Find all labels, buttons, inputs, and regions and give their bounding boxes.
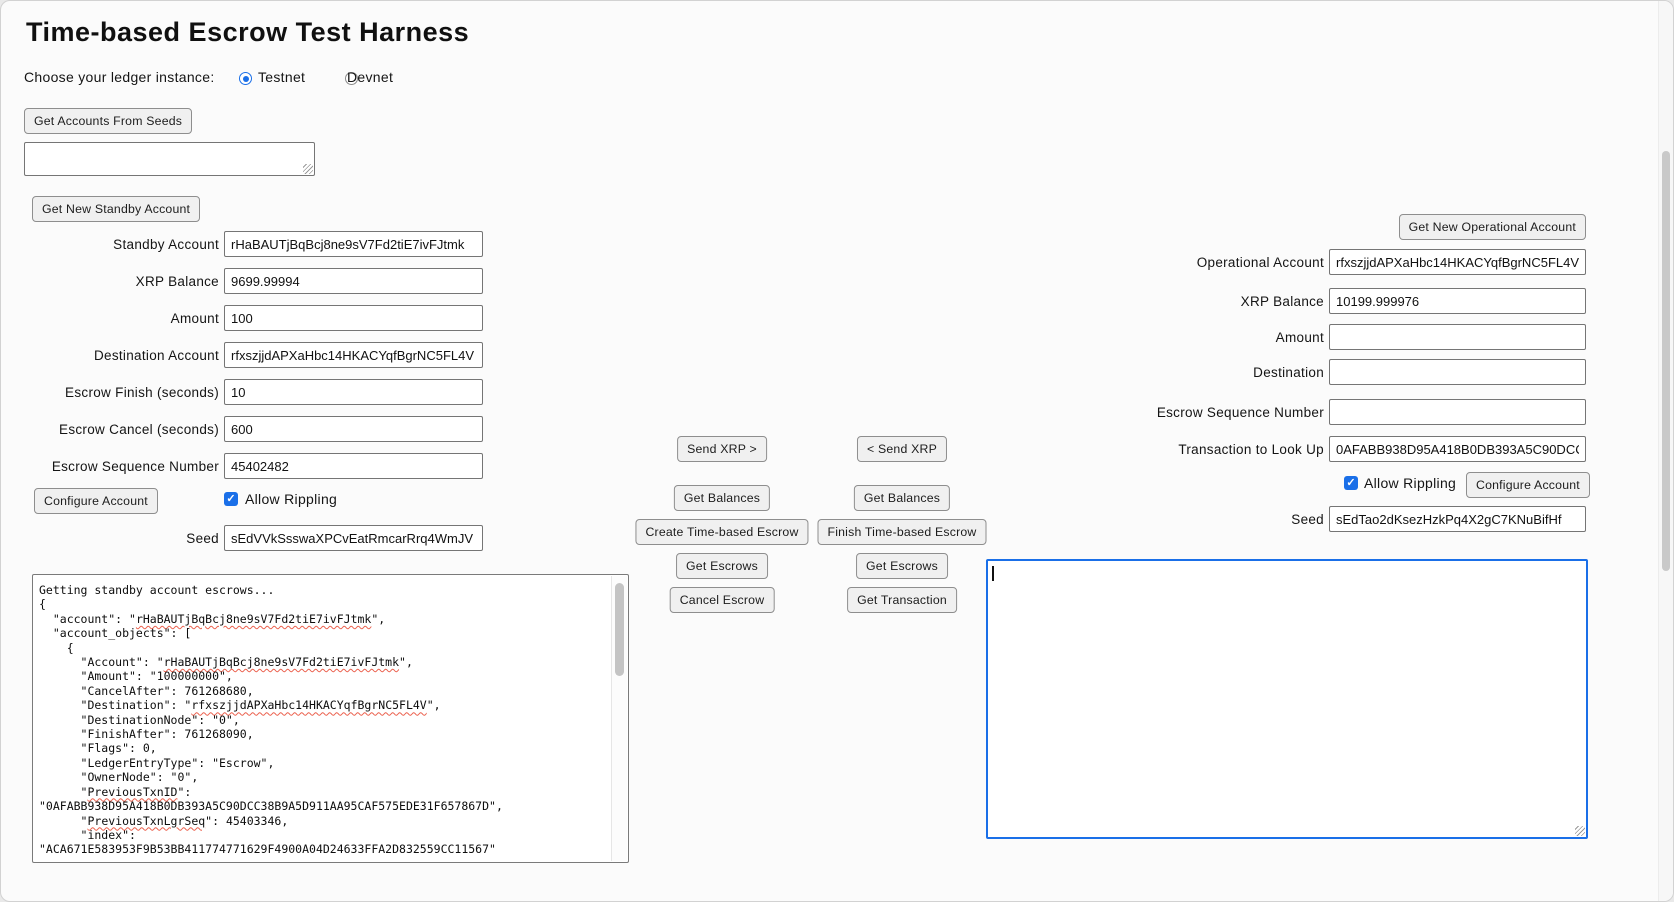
operational-get-escrows-button[interactable]: Get Escrows	[856, 553, 948, 579]
testnet-radio-label: Testnet	[258, 69, 305, 85]
standby-amount-input[interactable]	[224, 305, 483, 331]
standby-seed-label: Seed	[26, 531, 224, 546]
operational-seed-input[interactable]	[1329, 506, 1586, 532]
get-new-operational-account-button[interactable]: Get New Operational Account	[1399, 214, 1586, 240]
operational-amount-input[interactable]	[1329, 324, 1586, 350]
operational-seed-label: Seed	[1101, 512, 1329, 527]
standby-allow-rippling-checkbox[interactable]: ✓	[224, 492, 238, 506]
seed-line-1: sEdVVkSsswaXPCvEatRmcarRrq4WmJV	[29, 173, 310, 176]
operational-destination-input[interactable]	[1329, 359, 1586, 385]
standby-escrow-cancel-input[interactable]	[224, 416, 483, 442]
finish-time-based-escrow-button[interactable]: Finish Time-based Escrow	[818, 519, 987, 545]
get-accounts-from-seeds-button[interactable]: Get Accounts From Seeds	[24, 108, 192, 134]
standby-get-escrows-button[interactable]: Get Escrows	[676, 553, 768, 579]
standby-results-text: Getting standby account escrows... { "ac…	[33, 575, 628, 857]
configure-operational-account-button[interactable]: Configure Account	[1466, 472, 1590, 498]
operational-escrow-sequence-input[interactable]	[1329, 399, 1586, 425]
operational-amount-label: Amount	[1101, 330, 1329, 345]
create-time-based-escrow-button[interactable]: Create Time-based Escrow	[635, 519, 808, 545]
devnet-radio-label: Devnet	[347, 69, 393, 85]
operational-allow-rippling-checkbox[interactable]: ✓	[1344, 476, 1358, 490]
standby-escrow-sequence-label: Escrow Sequence Number	[26, 459, 224, 474]
transaction-to-look-up-label: Transaction to Look Up	[1101, 442, 1329, 457]
standby-escrow-finish-label: Escrow Finish (seconds)	[26, 385, 224, 400]
operational-account-input[interactable]	[1329, 249, 1586, 275]
standby-destination-label: Destination Account	[26, 348, 224, 363]
operational-escrow-sequence-label: Escrow Sequence Number	[1101, 405, 1329, 420]
standby-escrow-cancel-label: Escrow Cancel (seconds)	[26, 422, 224, 437]
operational-account-label: Operational Account	[1101, 255, 1329, 270]
operational-xrp-balance-input[interactable]	[1329, 288, 1586, 314]
standby-seed-input[interactable]	[224, 525, 483, 551]
window-scrollbar[interactable]	[1658, 1, 1673, 901]
standby-account-label: Standby Account	[26, 237, 224, 252]
get-transaction-button[interactable]: Get Transaction	[847, 587, 957, 613]
standby-amount-label: Amount	[26, 311, 224, 326]
results-scrollbar-thumb[interactable]	[615, 583, 624, 676]
operational-xrp-balance-label: XRP Balance	[1101, 294, 1329, 309]
app-window: Time-based Escrow Test Harness Choose yo…	[0, 0, 1674, 902]
standby-escrow-sequence-input[interactable]	[224, 453, 483, 479]
get-new-standby-account-button[interactable]: Get New Standby Account	[32, 196, 200, 222]
results-scrollbar[interactable]	[611, 576, 627, 861]
standby-account-input[interactable]	[224, 231, 483, 257]
standby-xrp-balance-input[interactable]	[224, 268, 483, 294]
standby-get-balances-button[interactable]: Get Balances	[674, 485, 770, 511]
testnet-radio[interactable]	[239, 72, 252, 85]
operational-results-textarea[interactable]	[986, 559, 1588, 839]
window-scrollbar-thumb[interactable]	[1662, 151, 1670, 571]
text-cursor	[992, 566, 994, 581]
standby-allow-rippling-label: Allow Rippling	[245, 491, 337, 507]
seeds-textarea[interactable]: sEdVVkSsswaXPCvEatRmcarRrq4WmJV sEdTao2d…	[24, 142, 315, 176]
standby-results-textarea[interactable]: Getting standby account escrows... { "ac…	[32, 574, 629, 863]
standby-escrow-finish-input[interactable]	[224, 379, 483, 405]
operational-get-balances-button[interactable]: Get Balances	[854, 485, 950, 511]
transaction-to-look-up-input[interactable]	[1329, 436, 1586, 462]
send-xrp-to-standby-button[interactable]: < Send XRP	[857, 436, 947, 462]
resize-gripper-icon[interactable]	[303, 164, 313, 174]
send-xrp-to-operational-button[interactable]: Send XRP >	[677, 436, 767, 462]
standby-destination-input[interactable]	[224, 342, 483, 368]
page-title: Time-based Escrow Test Harness	[26, 17, 469, 48]
operational-allow-rippling-label: Allow Rippling	[1364, 475, 1456, 491]
operational-destination-label: Destination	[1101, 365, 1329, 380]
ledger-instance-label: Choose your ledger instance:	[24, 69, 215, 85]
cancel-escrow-button[interactable]: Cancel Escrow	[670, 587, 775, 613]
configure-standby-account-button[interactable]: Configure Account	[34, 488, 158, 514]
resize-gripper-icon[interactable]	[1575, 826, 1585, 836]
standby-xrp-balance-label: XRP Balance	[26, 274, 224, 289]
